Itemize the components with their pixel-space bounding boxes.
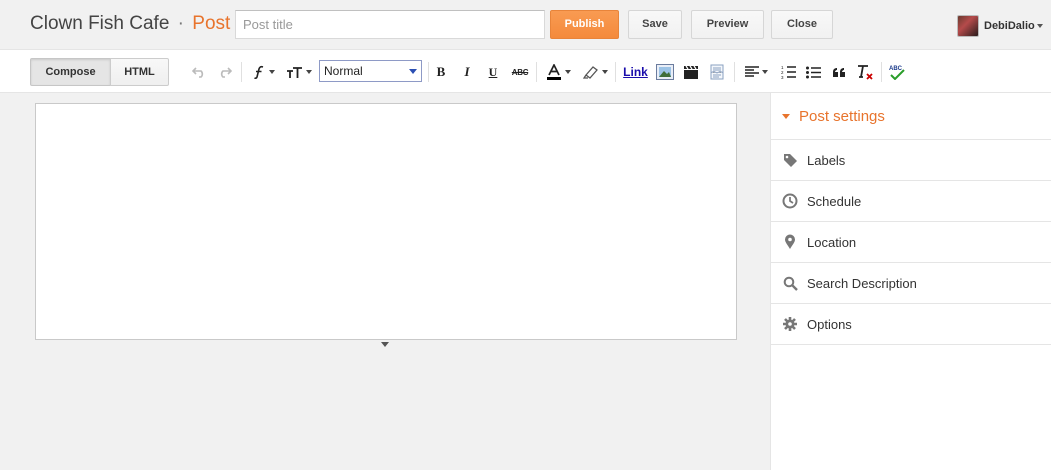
sidebar-item-location[interactable]: Location [771, 222, 1051, 263]
underline-icon[interactable]: U [485, 62, 501, 82]
paragraph-format-select[interactable]: Normal [319, 60, 422, 82]
insert-link-button[interactable]: Link [622, 62, 649, 82]
editor-toolbar: Compose HTML B I U ABC Link 1 2 3 ABC [0, 50, 1051, 93]
svg-text:3: 3 [781, 75, 784, 79]
top-bar: Clown Fish Cafe · Post Publish Save Prev… [0, 0, 1051, 50]
highlight-icon[interactable] [580, 62, 610, 82]
title-separator: · [177, 13, 184, 34]
gear-icon [781, 315, 799, 333]
preview-button[interactable]: Preview [691, 10, 764, 39]
post-title-input[interactable] [235, 10, 545, 39]
chevron-down-icon [409, 69, 417, 74]
blog-name[interactable]: Clown Fish Cafe [30, 13, 169, 34]
toolbar-divider [536, 62, 537, 82]
user-name: DebiDalio [984, 20, 1035, 32]
post-settings-header[interactable]: Post settings [771, 93, 1051, 140]
sidebar-item-options[interactable]: Options [771, 304, 1051, 345]
toolbar-divider [241, 62, 242, 82]
avatar [957, 15, 979, 37]
redo-icon[interactable] [216, 62, 234, 82]
font-size-icon[interactable] [284, 62, 314, 82]
sidebar-item-schedule[interactable]: Schedule [771, 181, 1051, 222]
bold-icon[interactable]: B [433, 62, 449, 82]
sidebar-item-search-description[interactable]: Search Description [771, 263, 1051, 304]
undo-icon[interactable] [190, 62, 208, 82]
compose-mode-button[interactable]: Compose [30, 58, 111, 86]
italic-icon[interactable]: I [459, 62, 475, 82]
format-value: Normal [324, 64, 363, 78]
close-button[interactable]: Close [771, 10, 833, 39]
publish-button[interactable]: Publish [550, 10, 619, 39]
text-color-icon[interactable] [542, 62, 574, 82]
insert-image-icon[interactable] [655, 62, 675, 82]
strikethrough-icon[interactable]: ABC [509, 62, 531, 82]
toolbar-divider [734, 62, 735, 82]
numbered-list-icon[interactable]: 123 [778, 62, 798, 82]
svg-text:ABC: ABC [889, 66, 903, 72]
toolbar-divider [615, 62, 616, 82]
quote-icon[interactable] [829, 62, 849, 82]
remove-formatting-icon[interactable] [855, 62, 875, 82]
save-button[interactable]: Save [628, 10, 682, 39]
resize-handle-icon[interactable] [381, 342, 389, 347]
post-settings-sidebar: Post settings Labels Schedule Location S… [770, 93, 1051, 470]
font-family-icon[interactable] [249, 62, 277, 82]
toolbar-divider [428, 62, 429, 82]
tag-icon [781, 151, 799, 169]
html-mode-button[interactable]: HTML [110, 58, 169, 86]
post-body-editor[interactable] [35, 103, 737, 340]
chevron-down-icon [1036, 24, 1043, 28]
post-settings-title: Post settings [799, 107, 885, 125]
collapse-triangle-icon [782, 113, 790, 119]
sidebar-item-labels[interactable]: Labels [771, 140, 1051, 181]
spell-check-icon[interactable]: ABC [886, 62, 908, 82]
section-name: Post [192, 13, 231, 34]
location-pin-icon [781, 233, 799, 251]
insert-video-icon[interactable] [681, 62, 701, 82]
account-menu[interactable]: DebiDalio [957, 14, 1043, 38]
clock-icon [781, 192, 799, 210]
align-icon[interactable] [741, 62, 771, 82]
jump-break-icon[interactable] [707, 62, 727, 82]
search-icon [781, 274, 799, 292]
toolbar-divider [881, 62, 882, 82]
bulleted-list-icon[interactable] [803, 62, 823, 82]
brand: Clown Fish Cafe · Post [30, 13, 230, 35]
